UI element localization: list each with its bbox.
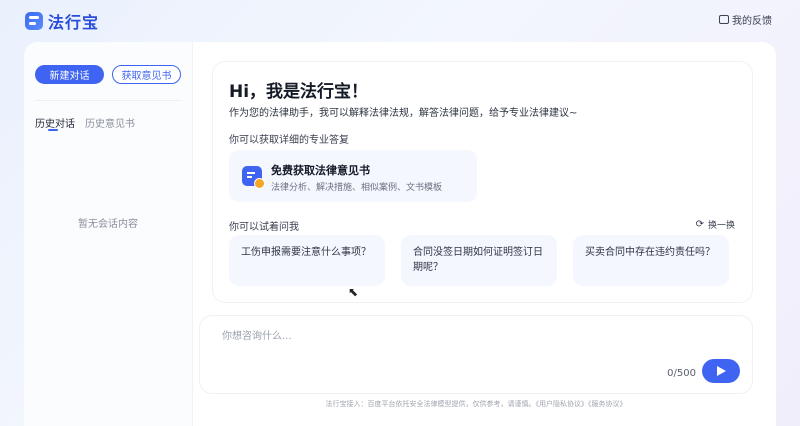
feedback-label: 我的反馈	[732, 16, 772, 27]
question-text: 买卖合同中存在违约责任吗？	[585, 247, 715, 258]
suggested-question[interactable]: 工伤申报需要注意什么事项？	[229, 235, 385, 286]
greeting-title: Hi，我是法行宝！	[229, 82, 369, 102]
chat-input[interactable]	[220, 325, 684, 359]
tab-active-indicator	[48, 129, 58, 131]
main-container: 新建对话 获取意见书 历史对话 历史意见书 暂无会话内容 Hi，我是法行宝！ 作…	[24, 42, 776, 426]
suggested-question[interactable]: 买卖合同中存在违约责任吗？	[573, 235, 729, 286]
feedback-icon	[719, 15, 729, 24]
footer-disclaimer: 法行宝接入：百度平台依托安全法律模型提供，仅供参考，请谨慎。《用户隐私协议》《服…	[325, 400, 627, 408]
tab-history-chat[interactable]: 历史对话	[35, 115, 75, 130]
services-title: 你可以获取详细的专业答复	[229, 135, 349, 146]
refresh-icon: ⟳	[695, 219, 704, 230]
app-name: 法行宝	[48, 13, 100, 32]
sidebar: 新建对话 获取意见书 历史对话 历史意见书 暂无会话内容	[24, 42, 193, 426]
send-icon	[716, 366, 726, 376]
mouse-pointer-icon: ⬉	[348, 285, 359, 299]
send-button[interactable]	[702, 359, 740, 383]
question-text: 工伤申报需要注意什么事项？	[241, 247, 371, 258]
feedback-link[interactable]: 我的反馈	[719, 12, 772, 27]
refresh-button[interactable]: ⟳ 换一换	[696, 218, 735, 231]
char-counter: 0/500	[667, 368, 696, 379]
app-logo: 法行宝	[25, 9, 99, 33]
intro-text: 作为您的法律助手，我可以解释法律法规，解答法律问题，给予专业法律建议~	[229, 108, 578, 119]
new-chat-button[interactable]: 新建对话	[35, 65, 104, 84]
chat-input-box: 0/500	[200, 316, 752, 393]
service-card-legal-opinion[interactable]: 免费获取法律意见书 法律分析、解决措施、相似案例、文书模板	[229, 150, 477, 202]
empty-state-text: 暂无会话内容	[78, 219, 138, 230]
sidebar-divider	[35, 100, 181, 101]
badge-dot	[254, 178, 265, 189]
question-text: 合同没签日期如何证明签订日期呢？	[413, 247, 543, 273]
logo-icon	[25, 12, 43, 30]
get-opinion-button[interactable]: 获取意见书	[112, 65, 181, 84]
questions-title: 你可以试着问我	[229, 222, 299, 233]
refresh-label: 换一换	[707, 221, 735, 231]
tab-history-opinion[interactable]: 历史意见书	[85, 115, 135, 130]
suggested-question[interactable]: 合同没签日期如何证明签订日期呢？	[401, 235, 557, 286]
service-title: 免费获取法律意见书	[271, 164, 370, 177]
document-icon	[242, 166, 265, 189]
welcome-card: Hi，我是法行宝！ 作为您的法律助手，我可以解释法律法规，解答法律问题，给予专业…	[213, 62, 752, 302]
service-desc: 法律分析、解决措施、相似案例、文书模板	[271, 183, 443, 193]
